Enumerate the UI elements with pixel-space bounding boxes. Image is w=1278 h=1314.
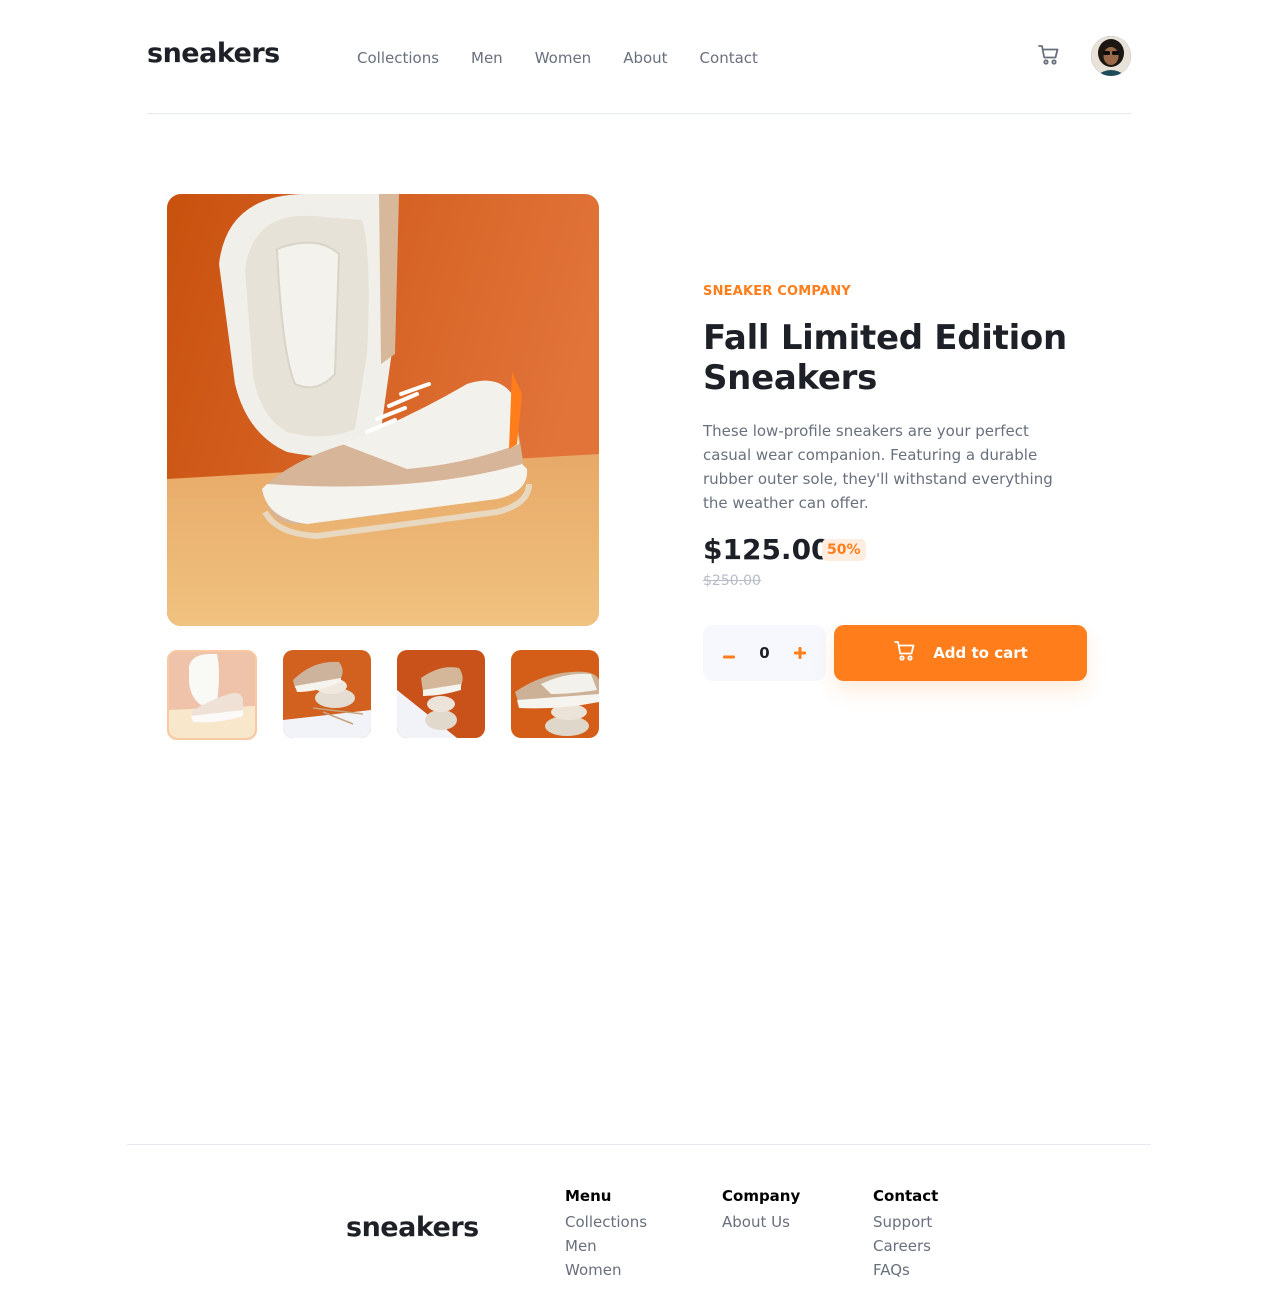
thumbnail-4[interactable] xyxy=(511,650,599,738)
footer-link-careers[interactable]: Careers xyxy=(873,1234,938,1258)
minus-icon xyxy=(723,644,735,663)
add-to-cart-button[interactable]: Add to cart xyxy=(834,625,1087,681)
footer-column-contact: Contact Support Careers FAQs xyxy=(873,1186,938,1282)
product-main-image[interactable] xyxy=(167,194,599,626)
footer-column-company: Company About Us xyxy=(722,1186,800,1234)
site-header: sneakers Collections Men Women About Con… xyxy=(147,0,1131,114)
increase-quantity-button[interactable] xyxy=(780,625,820,681)
cart-icon[interactable] xyxy=(1037,43,1061,67)
footer-link-men[interactable]: Men xyxy=(565,1234,647,1258)
cart-icon xyxy=(893,640,917,666)
footer-heading: Contact xyxy=(873,1187,939,1205)
discount-badge: 50% xyxy=(822,539,866,561)
product-company: SNEAKER COMPANY xyxy=(703,284,851,299)
footer-link-about-us[interactable]: About Us xyxy=(722,1210,800,1234)
user-avatar[interactable] xyxy=(1091,36,1131,76)
footer-logo[interactable]: sneakers xyxy=(346,1212,479,1243)
footer-heading: Company xyxy=(722,1187,801,1205)
add-to-cart-label: Add to cart xyxy=(933,644,1028,662)
footer-link-faqs[interactable]: FAQs xyxy=(873,1258,938,1282)
footer-heading: Menu xyxy=(565,1187,612,1205)
footer-link-collections[interactable]: Collections xyxy=(565,1210,647,1234)
nav-collections[interactable]: Collections xyxy=(357,49,439,67)
thumbnail-3[interactable] xyxy=(397,650,485,738)
footer-link-support[interactable]: Support xyxy=(873,1210,938,1234)
nav-women[interactable]: Women xyxy=(535,49,591,67)
product-description: These low-profile sneakers are your perf… xyxy=(703,422,1053,512)
main-nav: Collections Men Women About Contact xyxy=(357,49,790,67)
quantity-stepper: 0 xyxy=(703,625,826,681)
product-title: Fall Limited Edition Sneakers xyxy=(703,318,1067,398)
thumbnail-strip xyxy=(167,650,599,740)
footer-divider xyxy=(127,1144,1151,1145)
footer-column-menu: Menu Collections Men Women xyxy=(565,1186,647,1282)
footer-link-women[interactable]: Women xyxy=(565,1258,647,1282)
plus-icon xyxy=(794,644,806,663)
thumbnail-1[interactable] xyxy=(167,650,257,740)
product-price: $125.00 xyxy=(703,533,831,566)
nav-contact[interactable]: Contact xyxy=(700,49,758,67)
nav-about[interactable]: About xyxy=(623,49,667,67)
site-logo[interactable]: sneakers xyxy=(147,38,280,69)
original-price: $250.00 xyxy=(703,573,761,589)
thumbnail-2[interactable] xyxy=(283,650,371,738)
nav-men[interactable]: Men xyxy=(471,49,503,67)
